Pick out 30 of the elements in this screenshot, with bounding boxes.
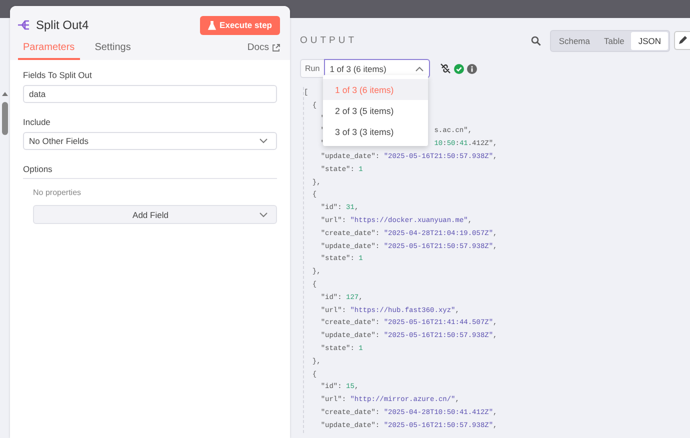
- success-icon: [454, 64, 464, 74]
- field-label: Include: [23, 117, 52, 127]
- output-title: OUTPUT: [300, 35, 358, 46]
- chevron-down-icon: [259, 212, 268, 218]
- select-field[interactable]: No Other Fields: [23, 132, 277, 150]
- unlink-icon[interactable]: [440, 63, 451, 74]
- edit-button[interactable]: [674, 31, 690, 50]
- chevron-down-icon: [259, 138, 268, 144]
- menu-item[interactable]: 2 of 3 (5 items): [323, 100, 428, 121]
- add-field-button[interactable]: Add Field: [33, 205, 277, 224]
- pencil-icon: [678, 36, 687, 45]
- text-field[interactable]: data: [23, 85, 277, 103]
- section-label: Options: [23, 164, 277, 179]
- split-icon: [18, 19, 30, 31]
- menu-item[interactable]: 3 of 3 (3 items): [323, 121, 428, 142]
- external-link-icon: [272, 44, 280, 52]
- flask-icon: [208, 20, 216, 30]
- search-icon[interactable]: [530, 36, 541, 46]
- chevron-up-icon: [414, 66, 424, 72]
- info-icon: [466, 64, 477, 74]
- scrollbar[interactable]: [2, 92, 8, 135]
- empty-text: No properties: [33, 188, 82, 197]
- docs-link[interactable]: Docs: [247, 42, 280, 60]
- tab[interactable]: Settings: [90, 42, 136, 60]
- view-tab[interactable]: JSON: [631, 32, 668, 50]
- field-label: Fields To Split Out: [23, 70, 93, 80]
- view-tab[interactable]: Schema: [552, 32, 597, 50]
- view-tab[interactable]: Table: [597, 32, 632, 50]
- node-title: Split Out4: [36, 18, 90, 32]
- run-label: Run: [300, 59, 324, 78]
